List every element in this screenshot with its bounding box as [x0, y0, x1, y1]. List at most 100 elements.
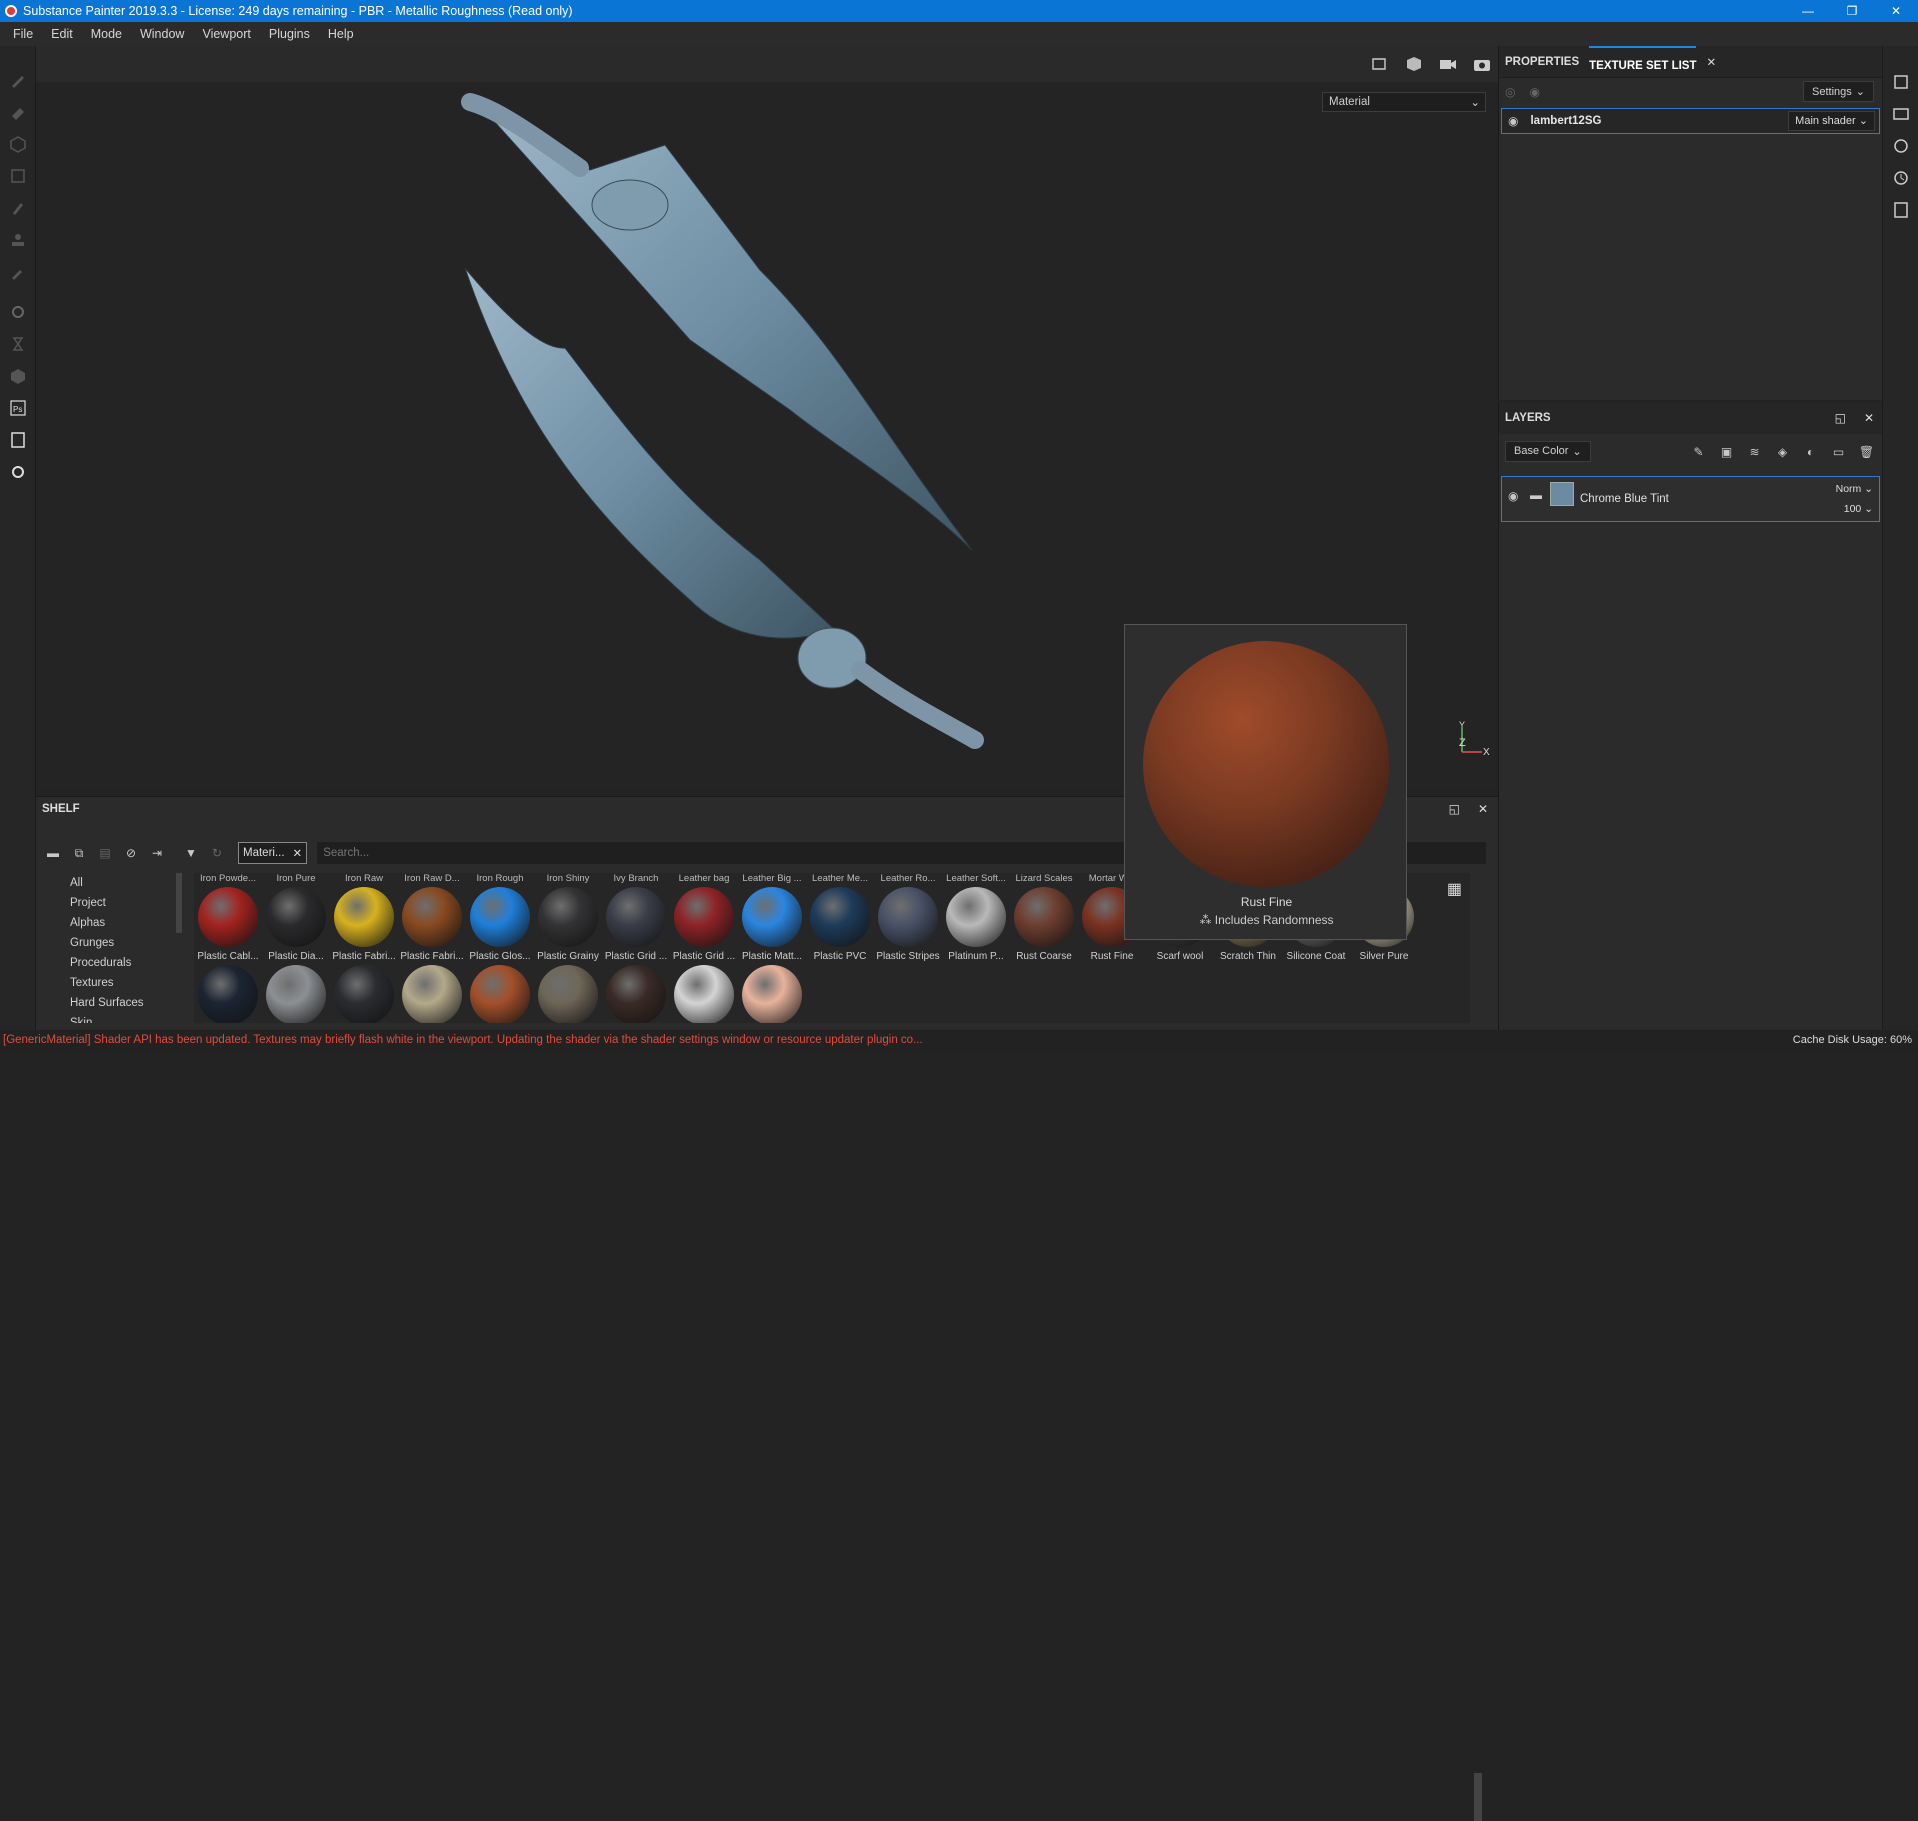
- category-all[interactable]: All: [42, 873, 182, 893]
- add-fill-layer-icon[interactable]: ◈: [1773, 442, 1792, 461]
- clone-tool[interactable]: [0, 224, 36, 256]
- layer-row[interactable]: ◉ ▬ Chrome Blue Tint Norm ⌄ 100 ⌄: [1501, 476, 1880, 522]
- menu-mode[interactable]: Mode: [82, 27, 131, 41]
- tab-texture-set-list[interactable]: TEXTURE SET LIST: [1589, 45, 1697, 78]
- material-thumbnail[interactable]: [402, 965, 462, 1023]
- category-skin[interactable]: Skin: [42, 1013, 182, 1023]
- add-smart-material-icon[interactable]: ◐: [1801, 442, 1820, 461]
- material-thumbnail[interactable]: [742, 965, 802, 1023]
- menu-file[interactable]: File: [4, 27, 42, 41]
- history-icon-button[interactable]: [1883, 162, 1918, 194]
- display-settings-icon[interactable]: [1883, 98, 1918, 130]
- polygon-fill-tool[interactable]: [0, 160, 36, 192]
- viewport-2d3d-toggle[interactable]: [1368, 52, 1392, 76]
- material-thumbnail[interactable]: [402, 887, 462, 947]
- add-folder-icon[interactable]: ▭: [1829, 442, 1848, 461]
- refresh-icon[interactable]: ↻: [206, 842, 228, 864]
- shelf-filter-tag[interactable]: Materi... ✕: [238, 842, 308, 864]
- category-textures[interactable]: Textures: [42, 973, 182, 993]
- category-alphas[interactable]: Alphas: [42, 913, 182, 933]
- eye-icon[interactable]: ◉: [1529, 85, 1539, 99]
- photoshop-export-tool[interactable]: Ps: [0, 392, 36, 424]
- shelf-undock-icon[interactable]: ◱: [1449, 802, 1460, 816]
- color-picker-tool[interactable]: [0, 256, 36, 288]
- material-thumbnail[interactable]: [606, 965, 666, 1023]
- menu-window[interactable]: Window: [131, 27, 193, 41]
- material-thumbnail[interactable]: [878, 887, 938, 947]
- category-hard-surfaces[interactable]: Hard Surfaces: [42, 993, 182, 1013]
- material-thumbnail[interactable]: [266, 965, 326, 1023]
- hide-icon[interactable]: ◎: [1505, 85, 1515, 99]
- material-thumbnail[interactable]: [538, 965, 598, 1023]
- save-icon[interactable]: ▤: [94, 842, 116, 864]
- eraser-tool[interactable]: [0, 96, 36, 128]
- material-thumbnail[interactable]: [266, 887, 326, 947]
- delete-layer-icon[interactable]: 🗑: [1857, 442, 1876, 461]
- viewport-display-mode[interactable]: [1402, 52, 1426, 76]
- material-thumbnail[interactable]: [674, 965, 734, 1023]
- categories-scrollbar[interactable]: [176, 873, 182, 933]
- add-layer-icon[interactable]: ≋: [1745, 442, 1764, 461]
- shelf-close-icon[interactable]: ✕: [1478, 802, 1488, 816]
- add-effect-icon[interactable]: ✎: [1689, 442, 1708, 461]
- layer-blend-mode[interactable]: Norm ⌄: [1836, 483, 1873, 495]
- material-thumbnail[interactable]: [674, 887, 734, 947]
- add-mask-icon[interactable]: ▣: [1717, 442, 1736, 461]
- close-panel-icon[interactable]: ✕: [1864, 411, 1874, 425]
- settings-button[interactable]: Settings ⌄: [1803, 81, 1874, 102]
- substance-tool[interactable]: [0, 360, 36, 392]
- material-thumbnail[interactable]: [810, 887, 870, 947]
- material-thumbnail[interactable]: [1014, 887, 1074, 947]
- texture-set-settings-icon[interactable]: [1883, 66, 1918, 98]
- folder-icon[interactable]: ▬: [42, 842, 64, 864]
- remove-filter-icon[interactable]: ✕: [293, 846, 303, 860]
- texture-set-row[interactable]: ◉ lambert12SG Main shader ⌄: [1501, 108, 1880, 134]
- material-thumbnail[interactable]: [198, 965, 258, 1023]
- visibility-eye-icon[interactable]: ◉: [1508, 114, 1518, 128]
- menu-plugins[interactable]: Plugins: [260, 27, 319, 41]
- layer-visibility-eye-icon[interactable]: ◉: [1508, 489, 1518, 503]
- camera-settings[interactable]: [1436, 52, 1460, 76]
- channel-dropdown[interactable]: Base Color ⌄: [1505, 440, 1591, 462]
- material-thumbnail[interactable]: [334, 965, 394, 1023]
- smudge-tool[interactable]: [0, 192, 36, 224]
- projection-tool[interactable]: [0, 128, 36, 160]
- material-thumbnail[interactable]: [334, 887, 394, 947]
- material-thumbnail[interactable]: [946, 887, 1006, 947]
- new-window-icon[interactable]: ⧉: [68, 842, 90, 864]
- bake-tool[interactable]: [0, 296, 36, 328]
- screenshot-tool[interactable]: [0, 424, 36, 456]
- maximize-button[interactable]: ❐: [1830, 0, 1874, 22]
- menu-edit[interactable]: Edit: [42, 27, 82, 41]
- log-icon-button[interactable]: [1883, 194, 1918, 226]
- filter-icon[interactable]: ▼: [180, 842, 202, 864]
- material-thumbnail[interactable]: [198, 887, 258, 947]
- shader-settings-icon[interactable]: [1883, 130, 1918, 162]
- undock-icon[interactable]: ◱: [1835, 411, 1846, 425]
- settings-tool[interactable]: [0, 456, 36, 488]
- menu-help[interactable]: Help: [319, 27, 363, 41]
- category-grunges[interactable]: Grunges: [42, 933, 182, 953]
- viewport-channel-dropdown[interactable]: Material ⌄: [1322, 92, 1486, 112]
- close-window-button[interactable]: ✕: [1874, 0, 1918, 22]
- material-thumbnail[interactable]: [606, 887, 666, 947]
- history-tool[interactable]: [0, 328, 36, 360]
- category-project[interactable]: Project: [42, 893, 182, 913]
- material-thumbnail[interactable]: [538, 887, 598, 947]
- tab-properties[interactable]: PROPERTIES: [1505, 56, 1579, 68]
- material-thumbnail[interactable]: [470, 887, 530, 947]
- category-procedurals[interactable]: Procedurals: [42, 953, 182, 973]
- screenshot-button[interactable]: [1470, 52, 1494, 76]
- minimize-button[interactable]: —: [1786, 0, 1830, 22]
- menu-viewport[interactable]: Viewport: [193, 27, 259, 41]
- import-icon[interactable]: ⇥: [146, 842, 168, 864]
- grid-view-icon[interactable]: ▦: [1447, 879, 1462, 899]
- shader-dropdown[interactable]: Main shader ⌄: [1788, 111, 1875, 131]
- material-thumbnail[interactable]: [470, 965, 530, 1023]
- shelf-scrollbar[interactable]: [1474, 1773, 1482, 1821]
- material-thumbnail[interactable]: [742, 887, 802, 947]
- paint-brush-tool[interactable]: [0, 64, 36, 96]
- close-tab-icon[interactable]: ✕: [1706, 55, 1716, 69]
- layer-opacity[interactable]: 100 ⌄: [1844, 503, 1873, 515]
- hide-icon[interactable]: ⊘: [120, 842, 142, 864]
